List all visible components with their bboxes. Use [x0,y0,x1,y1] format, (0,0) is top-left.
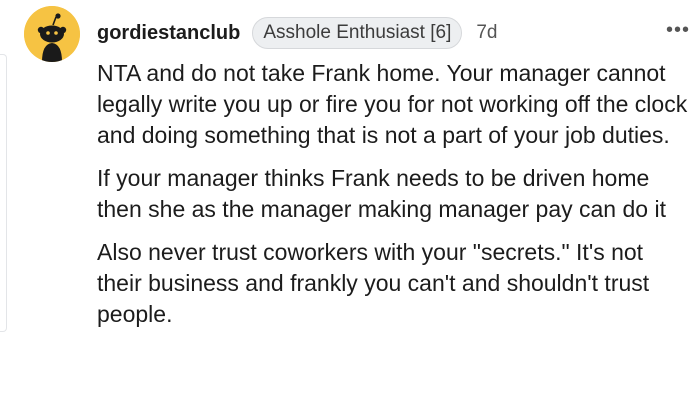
snoo-avatar-icon [24,6,80,62]
more-options-icon[interactable]: ••• [666,20,690,40]
avatar[interactable] [24,6,80,62]
comment-age: 7d [476,22,498,43]
comment-paragraph: If your manager thinks Frank needs to be… [97,165,666,222]
user-flair: Asshole Enthusiast [6] [252,17,463,49]
comment-header: gordiestanclub Asshole Enthusiast [6] 7d [97,16,498,50]
username[interactable]: gordiestanclub [97,22,240,45]
comment-body: NTA and do not take Frank home. Your man… [97,58,693,342]
thread-collapse-line[interactable] [0,54,7,332]
comment-paragraph: Also never trust coworkers with your "se… [97,239,650,327]
comment-paragraph: NTA and do not take Frank home. Your man… [97,60,688,148]
